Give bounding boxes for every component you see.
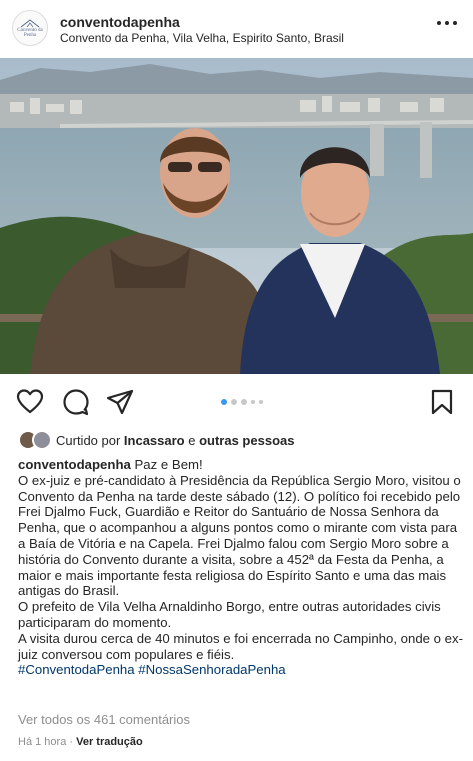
- action-bar: [0, 384, 473, 420]
- liker-username[interactable]: Incassaro: [124, 433, 185, 448]
- more-options-icon[interactable]: [437, 18, 457, 28]
- likes-prefix: Curtido por: [56, 432, 124, 448]
- post-header: Convento da Penha conventodapenha Conven…: [0, 0, 473, 58]
- caption-greeting: Paz e Bem!: [130, 457, 203, 472]
- post-footer: Há 1 hora · Ver tradução: [18, 736, 143, 748]
- likes-others-link[interactable]: outras pessoas: [199, 433, 294, 448]
- comment-icon[interactable]: [62, 388, 90, 416]
- view-comments-link[interactable]: Ver todos os 461 comentários: [18, 712, 190, 727]
- footer-separator: ·: [66, 736, 77, 748]
- carousel-dot: [221, 399, 227, 405]
- post-photo-image: [0, 58, 473, 374]
- caption-paragraph: O ex-juiz e pré-candidato à Presidência …: [18, 472, 461, 599]
- avatar-logo-text: Convento da Penha: [17, 28, 43, 38]
- post-photo[interactable]: [0, 58, 473, 374]
- carousel-dot: [231, 399, 237, 405]
- translate-link[interactable]: Ver tradução: [76, 736, 143, 748]
- caption-paragraph: O prefeito de Vila Velha Arnaldinho Borg…: [18, 599, 441, 630]
- liker-avatars: [18, 430, 56, 450]
- heart-icon[interactable]: [16, 388, 44, 416]
- carousel-dot: [241, 399, 247, 405]
- bookmark-icon[interactable]: [428, 388, 456, 416]
- caption-paragraph: A visita durou cerca de 40 minutos e foi…: [18, 630, 463, 662]
- avatar[interactable]: Convento da Penha: [12, 10, 48, 46]
- post-timestamp: Há 1 hora: [18, 736, 67, 748]
- post-location[interactable]: Convento da Penha, Vila Velha, Espirito …: [60, 31, 344, 45]
- likes-text: Curtido por Incassaro e outras pessoas: [56, 433, 294, 448]
- likes-conjunction: e: [184, 432, 200, 448]
- caption-first-line: conventodapenha Paz e Bem!: [18, 457, 463, 473]
- post-caption: conventodapenha Paz e Bem! O ex-juiz e p…: [18, 457, 463, 678]
- convent-logo-icon: [20, 19, 40, 28]
- carousel-dot: [259, 400, 263, 404]
- carousel-indicator: [221, 399, 263, 405]
- caption-username[interactable]: conventodapenha: [18, 457, 131, 472]
- caption-hashtags[interactable]: #ConventodaPenha #NossaSenhoradaPenha: [18, 662, 463, 678]
- avatar: [32, 430, 52, 450]
- send-icon[interactable]: [106, 388, 134, 416]
- carousel-dot: [251, 400, 255, 404]
- post-username[interactable]: conventodapenha: [60, 14, 180, 30]
- likes-summary[interactable]: Curtido por Incassaro e outras pessoas: [18, 430, 294, 450]
